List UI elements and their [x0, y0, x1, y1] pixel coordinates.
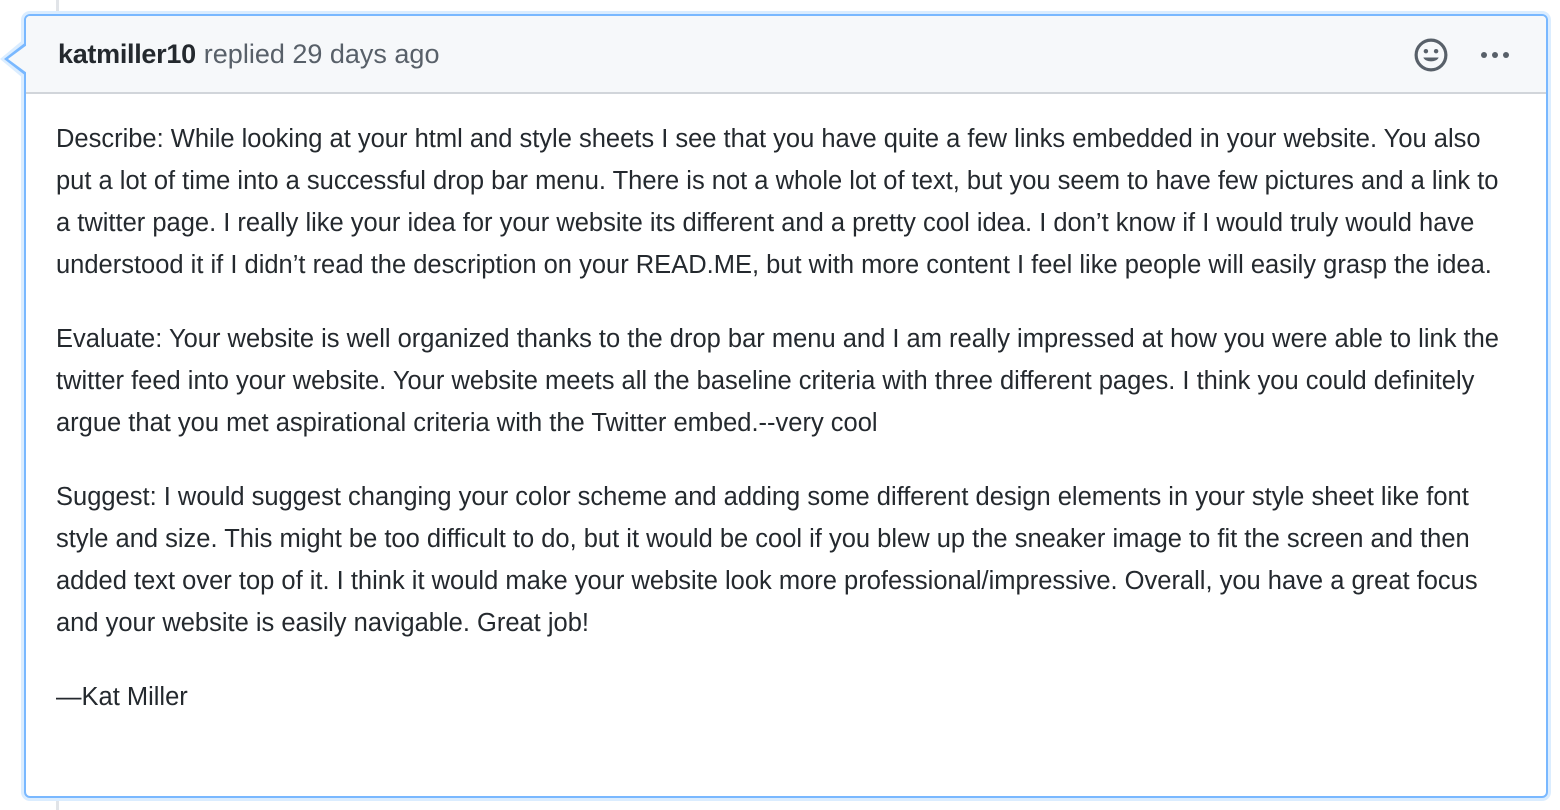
comment-paragraph-suggest: Suggest: I would suggest changing your c…	[56, 483, 1478, 637]
comment-paragraph-evaluate: Evaluate: Your website is well organized…	[56, 325, 1499, 437]
comment-options-button[interactable]	[1480, 50, 1510, 60]
comment-signature: —Kat Miller	[56, 683, 188, 711]
comment-header: katmiller10 replied 29 days ago	[26, 16, 1546, 94]
comment-paragraph-describe: Describe: While looking at your html and…	[56, 125, 1499, 279]
comment-timestamp[interactable]: replied 29 days ago	[204, 39, 440, 70]
smiley-icon	[1414, 38, 1448, 72]
kebab-horizontal-icon	[1481, 52, 1509, 58]
comment-author-link[interactable]: katmiller10	[58, 39, 196, 70]
comment-actions	[1414, 16, 1510, 94]
comment-arrow	[8, 45, 27, 73]
comment-card: katmiller10 replied 29 days ago Describe…	[0, 14, 1548, 798]
comment-body: Describe: While looking at your html and…	[26, 94, 1546, 718]
add-reaction-button[interactable]	[1414, 38, 1448, 72]
